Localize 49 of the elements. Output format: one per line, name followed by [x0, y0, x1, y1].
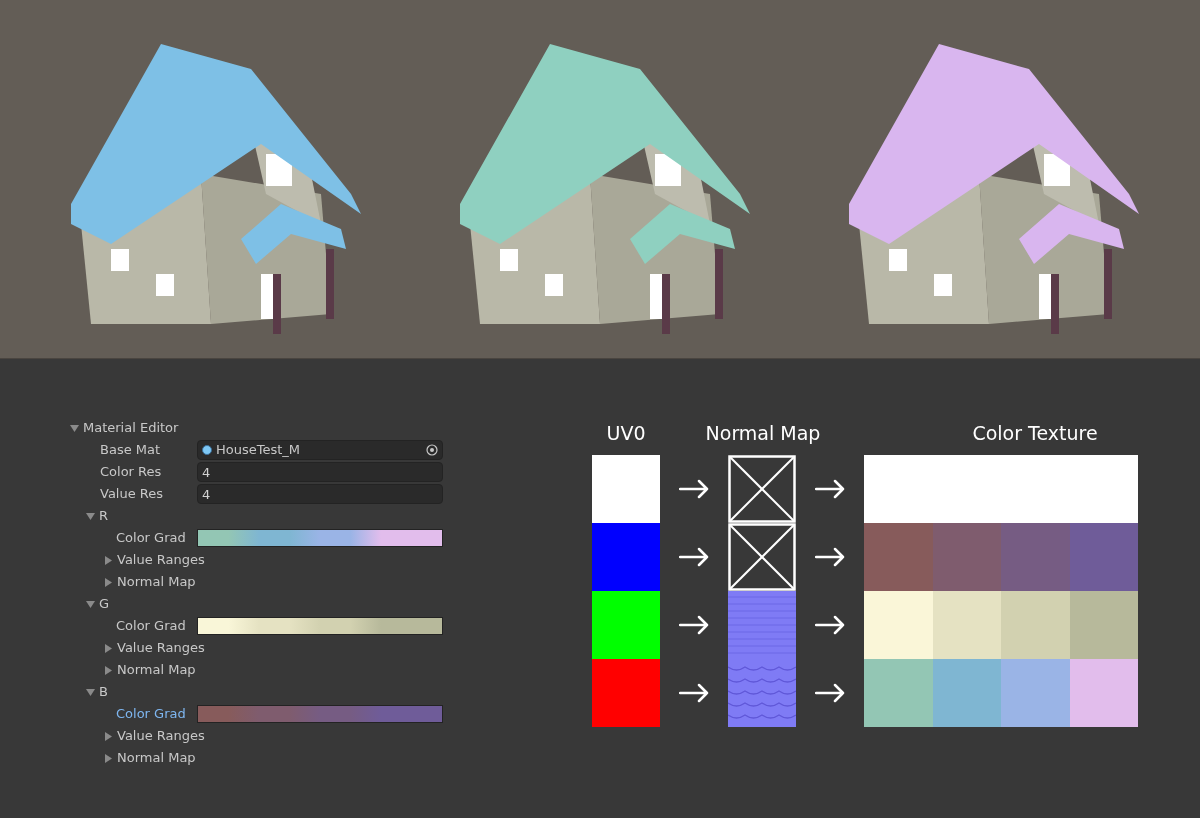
right-arrow-icon: [815, 683, 845, 703]
foldout-label[interactable]: G: [99, 594, 110, 614]
right-arrow-icon: [679, 615, 709, 635]
right-arrow-icon: [679, 479, 709, 499]
foldout-label[interactable]: B: [99, 682, 108, 702]
foldout-label[interactable]: Value Ranges: [117, 550, 205, 570]
right-arrow-icon: [679, 547, 709, 567]
color-gradient-field[interactable]: [197, 529, 443, 547]
expanded-triangle-icon[interactable]: [86, 599, 95, 609]
empty-crossed-box-drawing: [728, 523, 796, 591]
column-heading: UV0: [605, 420, 647, 446]
collapsed-triangle-icon[interactable]: [104, 753, 113, 763]
foldout-label[interactable]: Value Ranges: [117, 726, 205, 746]
field-label: Color Res: [99, 463, 163, 482]
column-heading: Normal Map: [704, 420, 822, 446]
expanded-triangle-icon[interactable]: [86, 687, 95, 697]
field-label: Value Res: [99, 485, 165, 504]
color-gradient-field[interactable]: [197, 617, 443, 635]
normal-map-stripes-drawing: [728, 591, 796, 659]
object-field[interactable]: HouseTest_M: [197, 440, 443, 460]
field-label: Base Mat: [99, 441, 162, 460]
field-label: Color Grad: [115, 705, 187, 724]
foldout-label[interactable]: Material Editor: [83, 418, 179, 438]
foldout-label[interactable]: Value Ranges: [117, 638, 205, 658]
field-label: Color Grad: [115, 617, 187, 636]
right-arrow-icon: [815, 547, 845, 567]
field-value: HouseTest_M: [216, 441, 302, 460]
color-gradient-field[interactable]: [197, 705, 443, 723]
object-picker-icon[interactable]: [426, 444, 438, 456]
foldout-label[interactable]: Normal Map: [117, 748, 196, 768]
field-label: Color Grad: [115, 529, 187, 548]
right-arrow-icon: [679, 683, 709, 703]
number-field[interactable]: 4: [197, 484, 443, 504]
foldout-label[interactable]: R: [99, 506, 109, 526]
expanded-triangle-icon[interactable]: [86, 511, 95, 521]
number-field[interactable]: 4: [197, 462, 443, 482]
foldout-label[interactable]: Normal Map: [117, 660, 196, 680]
collapsed-triangle-icon[interactable]: [104, 665, 113, 675]
empty-crossed-box-drawing: [728, 455, 796, 523]
normal-map-waves-drawing: [728, 659, 796, 727]
right-arrow-icon: [815, 615, 845, 635]
column-heading: Color Texture: [971, 420, 1099, 446]
foldout-label[interactable]: Normal Map: [117, 572, 196, 592]
collapsed-triangle-icon[interactable]: [104, 731, 113, 741]
expanded-triangle-icon[interactable]: [70, 423, 79, 433]
right-arrow-icon: [815, 479, 845, 499]
collapsed-triangle-icon[interactable]: [104, 643, 113, 653]
collapsed-triangle-icon[interactable]: [104, 555, 113, 565]
collapsed-triangle-icon[interactable]: [104, 577, 113, 587]
